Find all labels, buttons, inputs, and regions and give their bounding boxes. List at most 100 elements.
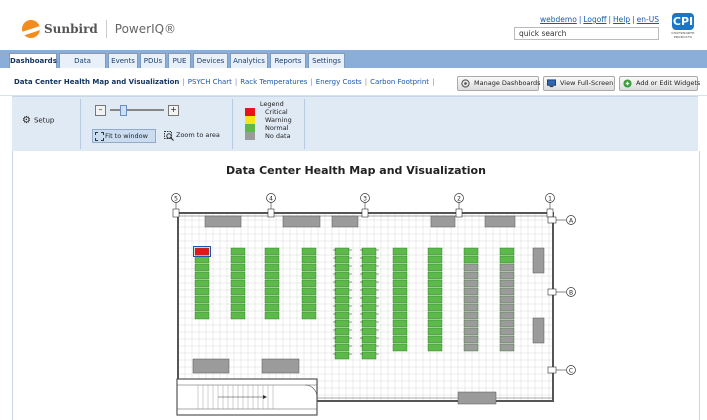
rack-normal [230, 247, 246, 256]
dashboard-subnav: Data Center Health Map and Visualization… [0, 68, 707, 96]
rack-normal [392, 255, 408, 264]
rack-normal [334, 263, 350, 272]
link-carbon-footprint[interactable]: Carbon Footprint [370, 78, 429, 86]
tab-dashboards[interactable]: Dashboards [9, 53, 57, 68]
rack-normal [361, 271, 377, 280]
map-controls: ⚙ Setup – + Fit to window Zoom to area Le… [12, 96, 698, 152]
cooling-unit [282, 215, 321, 228]
user-link[interactable]: webdemo [540, 15, 577, 24]
legend-item-nodata: No data [237, 132, 292, 140]
cooling-unit [532, 317, 545, 344]
view-fullscreen-button[interactable]: View Full-Screen [543, 76, 615, 91]
rack-nodata [499, 303, 515, 312]
rack-normal [301, 311, 317, 320]
manage-dashboards-button[interactable]: Manage Dashboards [457, 76, 541, 91]
tab-reports[interactable]: Reports [270, 53, 306, 68]
tab-pdus[interactable]: PDUs [140, 53, 166, 68]
rack-normal [230, 287, 246, 296]
rack-normal [463, 247, 479, 256]
rack-normal [361, 287, 377, 296]
building-column [547, 288, 557, 296]
rack-normal [264, 311, 280, 320]
rack-normal [230, 295, 246, 304]
link-psych-chart[interactable]: PSYCH Chart [188, 78, 232, 86]
rack-normal [334, 279, 350, 288]
rack-normal [264, 263, 280, 272]
rack-normal [230, 271, 246, 280]
rack-normal [230, 263, 246, 272]
rack-normal [264, 295, 280, 304]
cooling-unit [192, 358, 230, 374]
rack-normal [361, 263, 377, 272]
legend-item-critical: Critical [237, 108, 292, 116]
quick-search-input[interactable]: quick search [514, 27, 659, 40]
dashboard-links: Data Center Health Map and Visualization… [14, 78, 435, 86]
language-link[interactable]: en-US [637, 15, 659, 24]
rack-nodata [499, 279, 515, 288]
cooling-unit [204, 215, 242, 228]
rack-normal [194, 263, 210, 272]
zoom-in-button[interactable]: + [168, 105, 179, 116]
account-links: webdemo | Logoff | Help | en-US [540, 15, 659, 24]
rack-normal [264, 255, 280, 264]
rack-normal [264, 287, 280, 296]
rack-normal [361, 279, 377, 288]
rack-normal [301, 287, 317, 296]
rack-normal [392, 311, 408, 320]
fit-to-window-button[interactable]: Fit to window [92, 129, 156, 143]
row-marker-label: B [569, 289, 573, 296]
manage-icon [461, 79, 470, 88]
rack-normal [361, 319, 377, 328]
rack-normal [392, 335, 408, 344]
rack-normal [194, 295, 210, 304]
rack-normal [264, 247, 280, 256]
zoom-track[interactable] [110, 109, 164, 111]
rack-critical [194, 247, 210, 256]
help-link[interactable]: Help [613, 15, 630, 24]
zoom-out-button[interactable]: – [95, 105, 106, 116]
add-edit-widgets-button[interactable]: Add or Edit Widgets [619, 76, 701, 91]
tab-data-centers[interactable]: Data Centers [59, 53, 106, 79]
rack-nodata [499, 335, 515, 344]
rack-normal [427, 295, 443, 304]
rack-normal [392, 247, 408, 256]
add-edit-widgets-label: Add or Edit Widgets [636, 79, 701, 87]
logoff-link[interactable]: Logoff [583, 15, 606, 24]
rack-normal [427, 343, 443, 352]
cooling-unit [484, 215, 516, 228]
tab-settings[interactable]: Settings [308, 53, 345, 68]
building-column [361, 208, 369, 218]
tab-analytics[interactable]: Analytics [230, 53, 268, 68]
tab-events[interactable]: Events [108, 53, 138, 68]
rack-normal [463, 255, 479, 264]
tab-devices[interactable]: Devices [193, 53, 228, 68]
rack-nodata [463, 303, 479, 312]
rack-normal [361, 295, 377, 304]
rack-normal [230, 255, 246, 264]
setup-button[interactable]: ⚙ Setup [22, 115, 54, 126]
rack-nodata [463, 319, 479, 328]
link-rack-temperatures[interactable]: Rack Temperatures [240, 78, 307, 86]
brand-name: Sunbird [44, 22, 98, 36]
rack-normal [392, 263, 408, 272]
tab-pue[interactable]: PUE [168, 53, 191, 68]
zoom-slider[interactable]: – + [95, 105, 179, 116]
floor-plan[interactable]: 5 4 3 2 1ABC [13, 151, 699, 420]
building-column [546, 208, 554, 218]
monitor-icon [547, 79, 556, 88]
legend-title: Legend [259, 100, 284, 108]
rack-normal [334, 311, 350, 320]
rack-normal [334, 303, 350, 312]
rack-normal [392, 327, 408, 336]
chatsworth-logo: CPI CHATSWORTH PRODUCTS [668, 13, 698, 43]
link-health-map[interactable]: Data Center Health Map and Visualization [14, 78, 179, 86]
legend-item-normal: Normal [237, 124, 292, 132]
zoom-slider-handle[interactable] [119, 105, 127, 116]
zoom-to-area-button[interactable]: Zoom to area [164, 131, 220, 141]
rack-normal [427, 319, 443, 328]
link-energy-costs[interactable]: Energy Costs [316, 78, 362, 86]
column-marker-label: 1 [548, 196, 552, 203]
fit-window-icon [95, 132, 104, 141]
rack-normal [427, 279, 443, 288]
rack-normal [392, 303, 408, 312]
